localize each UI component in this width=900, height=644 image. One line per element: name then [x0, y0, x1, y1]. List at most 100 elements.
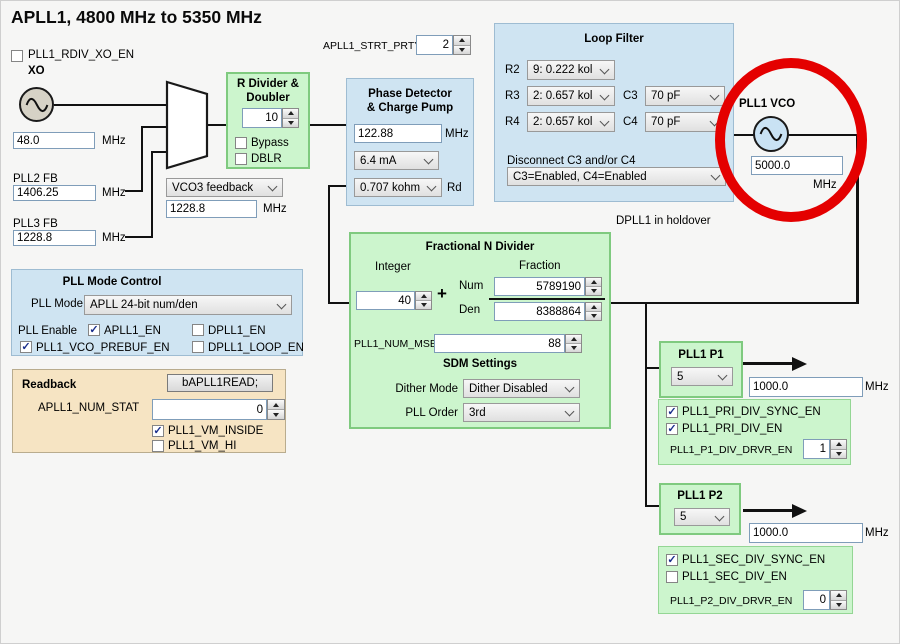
strt-prty-spinner[interactable]: [453, 35, 471, 55]
r-divider-value-field[interactable]: 10: [242, 108, 282, 128]
spin-down-icon[interactable]: [586, 312, 601, 320]
p2-output-arrow-line: [743, 509, 795, 512]
pll1-num-msb-spinner[interactable]: [565, 334, 582, 353]
spin-up-icon[interactable]: [586, 278, 601, 287]
disconnect-dropdown[interactable]: C3=Enabled, C4=Enabled: [507, 167, 726, 186]
wire-pll2fb-v: [141, 126, 143, 192]
dpll1-en-checkbox[interactable]: [192, 324, 204, 336]
c3-dropdown[interactable]: 70 pF: [645, 86, 725, 106]
pll1-pri-div-en-checkbox[interactable]: ✓: [666, 423, 678, 435]
integer-field[interactable]: 40: [356, 291, 415, 310]
num-spinner[interactable]: [585, 277, 602, 296]
spin-down-icon[interactable]: [566, 344, 581, 352]
pll1-sec-div-en-checkbox[interactable]: [666, 571, 678, 583]
p1-mhz-label: MHz: [865, 381, 889, 394]
spin-down-icon[interactable]: [416, 301, 431, 309]
num-field[interactable]: 5789190: [494, 277, 585, 296]
r3-dropdown[interactable]: 2: 0.657 kol: [527, 86, 615, 106]
spin-down-icon[interactable]: [586, 287, 601, 295]
rd-resistor-dropdown[interactable]: 0.707 kohm: [354, 178, 442, 197]
red-annotation-circle: [715, 58, 867, 222]
xo-frequency-field[interactable]: 48.0: [13, 132, 95, 149]
p2-frequency-field[interactable]: 1000.0: [749, 523, 863, 543]
pll1-p2-title: PLL1 P2: [661, 490, 739, 502]
bapll1read-button[interactable]: bAPLL1READ;: [167, 374, 273, 392]
pll1-p2-div-drvr-en-spinner[interactable]: [830, 590, 847, 610]
integer-label: Integer: [375, 261, 411, 274]
pll1-p2-div-drvr-en-field[interactable]: 0: [803, 590, 830, 610]
pll1-vco-prebuf-en-label: PLL1_VCO_PREBUF_EN: [36, 342, 170, 355]
apll1-en-checkbox[interactable]: ✓: [88, 324, 100, 336]
pll1-p2-div-drvr-en-label: PLL1_P2_DIV_DRVR_EN: [670, 595, 792, 607]
pll1-num-msb-field[interactable]: 88: [434, 334, 565, 353]
vco-frequency-field[interactable]: 5000.0: [751, 156, 843, 175]
pll3-fb-field[interactable]: 1228.8: [13, 230, 96, 246]
pll-order-dropdown[interactable]: 3rd: [463, 403, 580, 422]
spin-up-icon[interactable]: [283, 109, 298, 119]
chevron-down-icon: [424, 155, 434, 165]
spin-down-icon[interactable]: [268, 410, 284, 419]
pll1-vm-hi-checkbox[interactable]: [152, 440, 164, 452]
spin-up-icon[interactable]: [831, 591, 846, 601]
apll1-num-stat-field[interactable]: 0: [152, 399, 267, 420]
pll-mode-dropdown[interactable]: APLL 24-bit num/den: [84, 295, 292, 315]
dblr-checkbox[interactable]: [235, 153, 247, 165]
r4-dropdown[interactable]: 2: 0.657 kol: [527, 112, 615, 132]
pll1-p1-div-drvr-en-spinner[interactable]: [830, 439, 847, 459]
dither-mode-label: Dither Mode: [359, 383, 458, 396]
spin-up-icon[interactable]: [586, 303, 601, 312]
r2-dropdown[interactable]: 9: 0.222 kol: [527, 60, 615, 80]
p1-settings-box: ✓ PLL1_PRI_DIV_SYNC_EN ✓ PLL1_PRI_DIV_EN…: [658, 399, 851, 465]
dpll1-loop-en-checkbox[interactable]: [192, 341, 204, 353]
pll1-p2-block: PLL1 P2 5: [659, 483, 741, 535]
spin-up-icon[interactable]: [268, 400, 284, 410]
charge-pump-current-dropdown[interactable]: 6.4 mA: [354, 151, 439, 170]
spin-up-icon[interactable]: [566, 335, 581, 344]
pll1-pri-div-sync-en-checkbox[interactable]: ✓: [666, 406, 678, 418]
spin-up-icon[interactable]: [831, 440, 846, 450]
pll1-sec-div-en-label: PLL1_SEC_DIV_EN: [682, 571, 787, 584]
feedback-frequency-field[interactable]: 1228.8: [166, 200, 257, 218]
sdm-settings-title: SDM Settings: [351, 358, 609, 370]
readback-title: Readback: [22, 379, 76, 392]
den-spinner[interactable]: [585, 302, 602, 321]
strt-prty-field[interactable]: 2: [416, 35, 453, 55]
pll-enable-label: PLL Enable: [18, 325, 77, 338]
wire-p2-stub: [645, 505, 659, 507]
bypass-label: Bypass: [251, 137, 289, 150]
chevron-down-icon: [600, 90, 610, 100]
bypass-checkbox[interactable]: [235, 137, 247, 149]
r-divider-spinner[interactable]: [282, 108, 299, 128]
pd-frequency-field[interactable]: 122.88: [354, 124, 442, 143]
pll1-rdiv-xo-en-checkbox[interactable]: [11, 50, 23, 62]
spin-down-icon[interactable]: [283, 119, 298, 128]
pll1-p1-divider-dropdown[interactable]: 5: [671, 367, 733, 386]
c3-value: 70 pF: [651, 90, 680, 102]
pll1-vm-hi-label: PLL1_VM_HI: [168, 440, 236, 453]
loop-filter-title: Loop Filter: [495, 33, 733, 45]
dither-mode-dropdown[interactable]: Dither Disabled: [463, 379, 580, 398]
den-field[interactable]: 8388864: [494, 302, 585, 321]
pll-mode-control-title: PLL Mode Control: [22, 276, 202, 288]
pll1-p1-div-drvr-en-field[interactable]: 1: [803, 439, 830, 459]
integer-spinner[interactable]: [415, 291, 432, 310]
r2-label: R2: [505, 64, 520, 77]
apll1-num-stat-spinner[interactable]: [267, 399, 285, 420]
pll1-p2-divider-dropdown[interactable]: 5: [674, 508, 730, 526]
spin-up-icon[interactable]: [416, 292, 431, 301]
spin-down-icon[interactable]: [831, 601, 846, 610]
vco3-feedback-dropdown[interactable]: VCO3 feedback: [166, 178, 283, 197]
rd-label: Rd: [447, 182, 462, 195]
spin-down-icon[interactable]: [831, 450, 846, 459]
plus-sign: +: [437, 284, 447, 304]
pll2-fb-field[interactable]: 1406.25: [13, 185, 96, 201]
pll1-vco-prebuf-en-checkbox[interactable]: ✓: [20, 341, 32, 353]
chevron-down-icon: [565, 407, 575, 417]
p1-frequency-field[interactable]: 1000.0: [749, 377, 863, 397]
c4-dropdown[interactable]: 70 pF: [645, 112, 725, 132]
spin-up-icon[interactable]: [454, 36, 470, 46]
spin-down-icon[interactable]: [454, 46, 470, 55]
c4-value: 70 pF: [651, 116, 680, 128]
pll1-vm-inside-checkbox[interactable]: ✓: [152, 425, 164, 437]
pll1-sec-div-sync-en-checkbox[interactable]: ✓: [666, 554, 678, 566]
